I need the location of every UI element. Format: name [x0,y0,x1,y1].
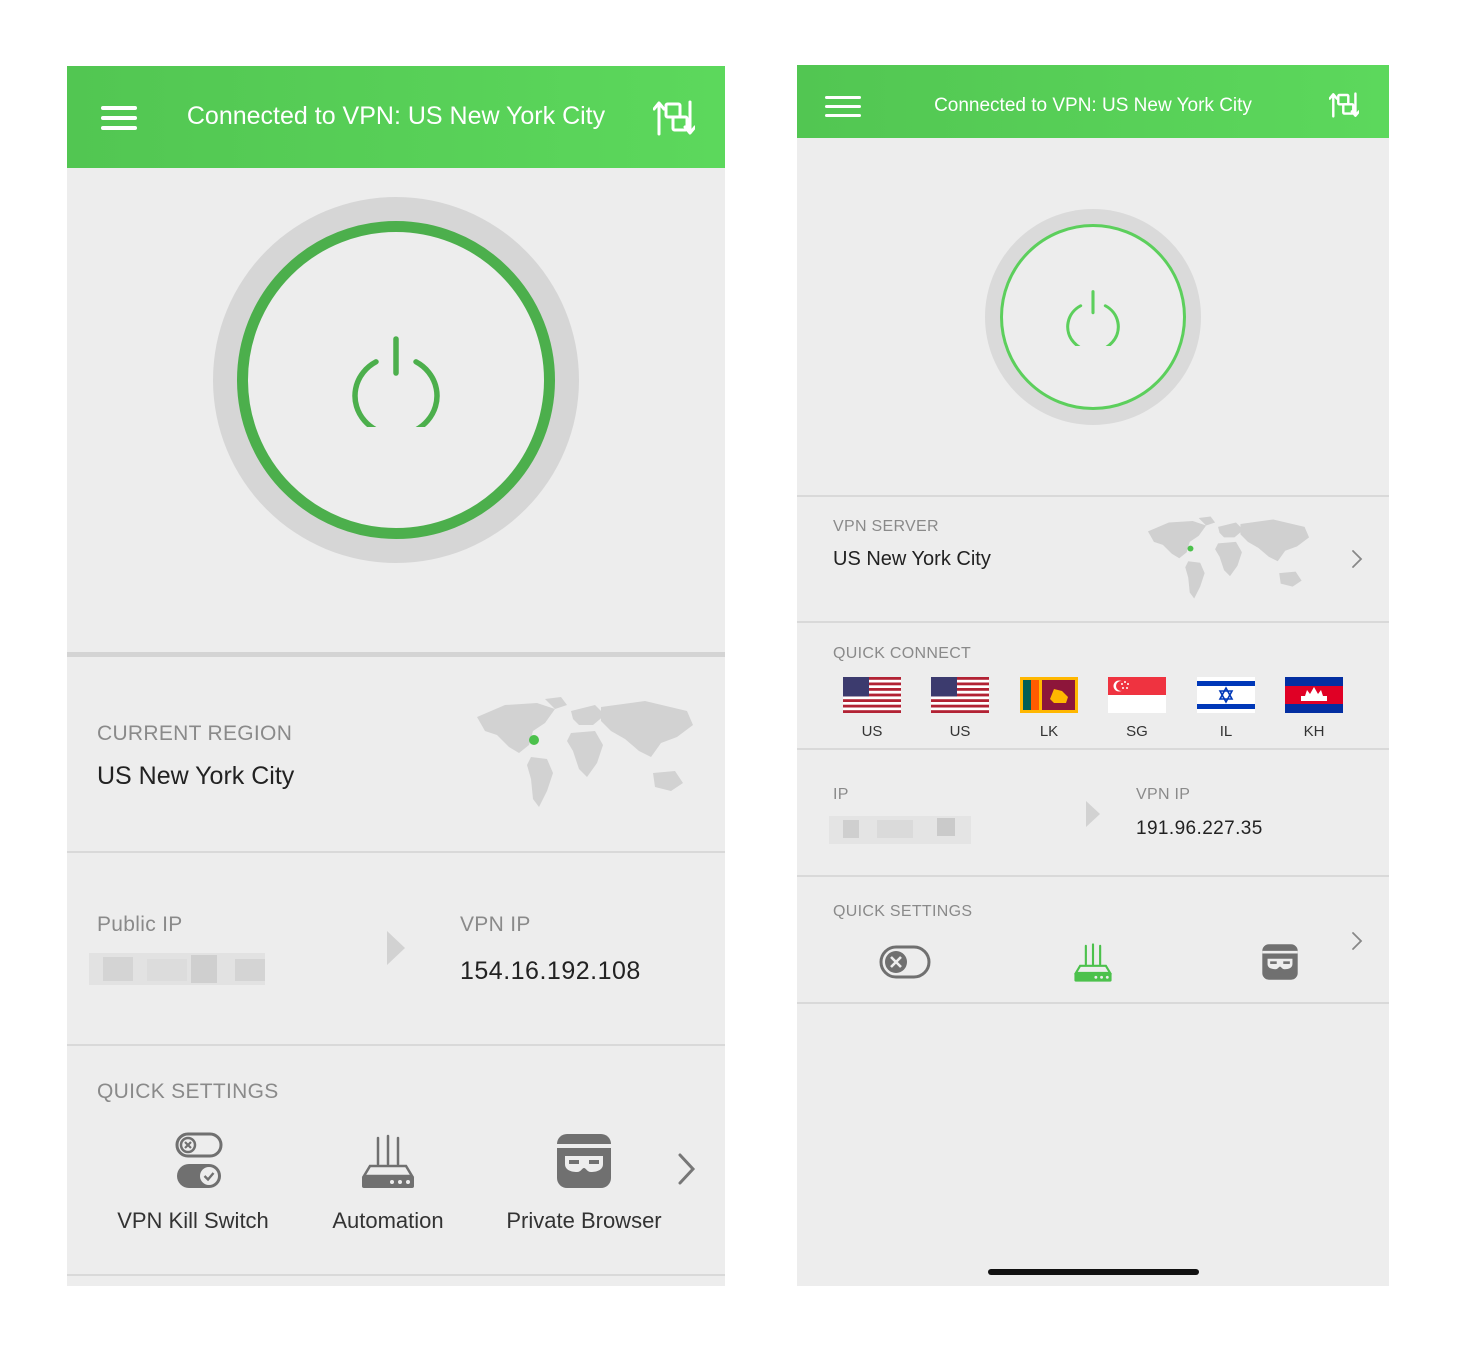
power-area [797,138,1389,495]
router-icon[interactable] [1073,943,1113,983]
world-map-icon [1147,516,1310,599]
public-ip-value-redacted [829,816,971,844]
vpn-server-value: US New York City [833,548,991,570]
location-dot [1187,545,1194,552]
quick-setting-private-browser[interactable]: Private Browser [503,1132,665,1242]
public-ip-label: Public IP [97,913,183,936]
quick-settings-section: QUICK SETTINGS VPN Kill Switch Automatio… [67,1046,725,1274]
flag-label: US [949,723,971,740]
app-header: Connected to VPN: US New York City [67,66,725,168]
quick-connect-kh[interactable]: KH [1279,677,1349,743]
kh-flag-icon [1285,677,1343,713]
power-button[interactable] [1000,224,1186,410]
ip-row: IP VPN IP 191.96.227.35 [797,750,1389,875]
power-icon [352,336,440,427]
flag-label: IL [1219,723,1233,740]
power-icon [1066,290,1120,346]
quick-connect-il[interactable]: IL [1191,677,1261,743]
connection-status-title: Connected to VPN: US New York City [186,102,606,130]
us-flag-icon [931,677,989,713]
il-flag-icon [1197,677,1255,713]
vpn-app-screen-small: Connected to VPN: US New York City VPN S… [797,65,1389,1286]
current-region-value: US New York City [97,762,295,790]
vpn-ip-label: VPN IP [1136,786,1191,803]
incognito-icon[interactable] [1261,943,1299,981]
app-header: Connected to VPN: US New York City [797,65,1389,138]
quick-setting-label: Private Browser [506,1208,662,1233]
location-dot [529,735,539,745]
quick-connect-label: QUICK CONNECT [833,645,972,662]
lk-flag-icon [1020,677,1078,713]
vpn-app-screen-large: Connected to VPN: US New York City CURRE… [67,66,725,1286]
chevron-right-icon[interactable] [1351,549,1363,569]
ip-row: Public IP VPN IP 154.16.192.108 [67,853,725,1045]
sg-flag-icon [1108,677,1166,713]
quick-connect-lk[interactable]: LK [1014,677,1084,743]
switch-server-icon[interactable] [1329,92,1359,118]
home-indicator[interactable] [988,1269,1199,1275]
current-region-row[interactable]: CURRENT REGION US New York City [67,657,725,851]
public-ip-value-redacted [89,953,265,985]
vpn-ip-label: VPN IP [460,913,531,936]
power-button[interactable] [237,221,555,539]
arrow-right-icon [1086,801,1100,827]
quick-connect-section: QUICK CONNECT US US LK SG IL KH [797,623,1389,748]
quick-settings-section: QUICK SETTINGS [797,877,1389,1003]
vpn-server-row[interactable]: VPN SERVER US New York City [797,497,1389,621]
kill-switch-icon[interactable] [879,945,931,979]
quick-connect-us-1[interactable]: US [837,677,907,743]
vpn-server-label: VPN SERVER [833,518,939,535]
current-region-label: CURRENT REGION [97,722,293,745]
quick-connect-us-2[interactable]: US [925,677,995,743]
quick-setting-automation[interactable]: Automation [313,1132,463,1242]
incognito-icon [557,1134,611,1188]
flag-label: KH [1303,723,1325,740]
flag-label: US [861,723,883,740]
quick-connect-sg[interactable]: SG [1102,677,1172,743]
us-flag-icon [843,677,901,713]
quick-setting-kill-switch[interactable]: VPN Kill Switch [113,1132,273,1242]
ip-label: IP [833,786,849,803]
quick-setting-label: Automation [332,1208,444,1233]
router-icon [361,1134,415,1188]
flag-label: SG [1126,723,1148,740]
vpn-ip-value: 191.96.227.35 [1136,818,1263,839]
power-area [67,168,725,720]
flag-label: LK [1039,723,1059,740]
chevron-right-icon[interactable] [677,1152,697,1186]
switch-server-icon[interactable] [653,100,695,136]
connection-status-title: Connected to VPN: US New York City [934,95,1252,116]
quick-settings-label: QUICK SETTINGS [833,903,973,920]
arrow-right-icon [387,931,405,965]
vpn-ip-value: 154.16.192.108 [460,957,641,985]
kill-switch-icon [175,1132,223,1188]
world-map-icon [477,697,693,807]
quick-settings-label: QUICK SETTINGS [97,1080,279,1103]
quick-setting-label: VPN Kill Switch [117,1208,269,1233]
chevron-right-icon[interactable] [1351,931,1363,951]
